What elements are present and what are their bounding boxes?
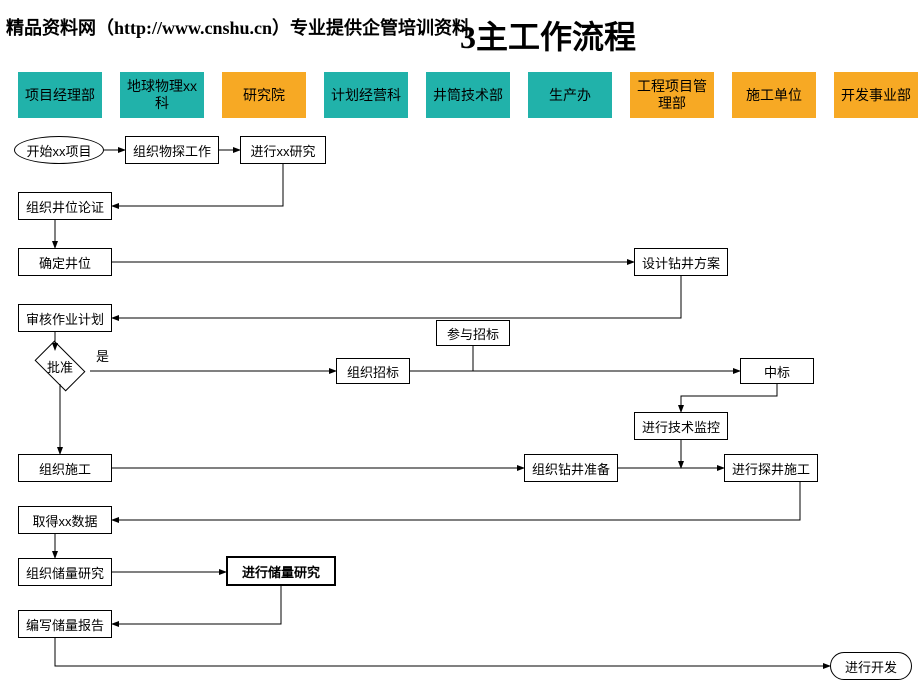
approve-yes-label: 是 [96,346,109,365]
node-explore-drill: 进行探井施工 [724,454,818,482]
node-org-reserve: 组织储量研究 [18,558,112,586]
node-reserve-study: 进行储量研究 [226,556,336,586]
node-org-construction: 组织施工 [18,454,112,482]
lane-header-5: 生产办 [528,72,612,118]
lane-header-2: 研究院 [222,72,306,118]
node-win-bid: 中标 [740,358,814,384]
node-tech-monitor: 进行技术监控 [634,412,728,440]
node-well-confirm: 确定井位 [18,248,112,276]
node-join-bid: 参与招标 [436,320,510,346]
node-tender: 组织招标 [336,358,410,384]
node-well-argument: 组织井位论证 [18,192,112,220]
node-approve: 批准 [38,352,82,380]
node-start: 开始xx项目 [14,136,104,164]
lane-header-1: 地球物理xx科 [120,72,204,118]
watermark-text: 精品资料网（http://www.cnshu.cn）专业提供企管培训资料 [6,14,470,40]
node-develop: 进行开发 [830,652,912,680]
lane-header-0: 项目经理部 [18,72,102,118]
node-study-xx: 进行xx研究 [240,136,326,164]
lane-header-8: 开发事业部 [834,72,918,118]
node-drill-prep: 组织钻井准备 [524,454,618,482]
lane-header-6: 工程项目管理部 [630,72,714,118]
lane-header-3: 计划经营科 [324,72,408,118]
lane-header-7: 施工单位 [732,72,816,118]
node-get-data: 取得xx数据 [18,506,112,534]
node-audit: 审核作业计划 [18,304,112,332]
node-organize-physics: 组织物探工作 [125,136,219,164]
lane-header-4: 井筒技术部 [426,72,510,118]
page-title: 3主工作流程 [460,12,636,58]
node-write-report: 编写储量报告 [18,610,112,638]
node-approve-label: 批准 [38,352,82,380]
node-design-drill: 设计钻井方案 [634,248,728,276]
